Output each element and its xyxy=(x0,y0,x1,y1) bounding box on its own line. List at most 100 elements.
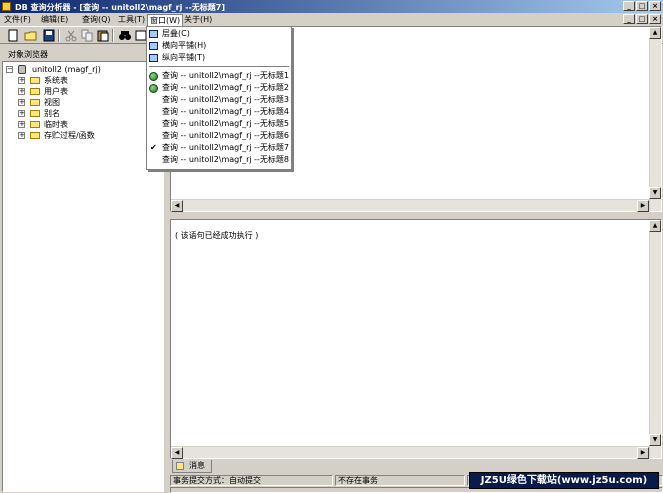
status-commit-mode: 事务提交方式：自动提交 xyxy=(170,475,333,486)
results-vertical-scrollbar[interactable]: ▲ ▼ xyxy=(649,220,661,458)
menu-bar: 文件(F) 编辑(E) 查询(Q) 工具(T) 窗口(W) 关于(H) _ □ … xyxy=(0,13,663,26)
tree-node-label: 系统表 xyxy=(44,76,68,85)
tree-node-temp-tables[interactable]: + 临时表 xyxy=(18,119,158,130)
tree-node-procedures[interactable]: + 存贮过程/函数 xyxy=(18,130,158,141)
expand-icon[interactable]: + xyxy=(18,99,25,106)
scroll-right-icon[interactable]: ▶ xyxy=(637,447,649,459)
menu-item-label: 查询 -- unitoll2\magf_rj --无标题5 xyxy=(162,119,289,128)
menu-item-window-2[interactable]: 查询 -- unitoll2\magf_rj --无标题2 xyxy=(147,82,291,94)
tab-messages[interactable]: 消息 xyxy=(172,460,212,473)
mdi-minimize-button[interactable]: _ xyxy=(623,14,635,24)
tree-root[interactable]: − unitoll2 (magf_rj) xyxy=(6,64,156,75)
menu-file[interactable]: 文件(F) xyxy=(2,14,33,25)
tile-horizontal-icon xyxy=(149,42,158,50)
scroll-left-icon[interactable]: ◀ xyxy=(171,200,183,212)
menu-item-window-6[interactable]: 查询 -- unitoll2\magf_rj --无标题6 xyxy=(147,130,291,142)
tree-node-label: 别名 xyxy=(44,109,60,118)
expand-icon[interactable]: + xyxy=(18,132,25,139)
tree-node-aliases[interactable]: + 别名 xyxy=(18,108,158,119)
folder-icon xyxy=(30,132,40,139)
new-file-icon[interactable] xyxy=(6,29,20,42)
mdi-restore-button[interactable]: □ xyxy=(636,14,648,24)
find-binoculars-icon[interactable] xyxy=(118,29,132,42)
copy-icon[interactable] xyxy=(80,29,94,42)
object-browser-header: 对象浏览器 xyxy=(8,50,48,59)
tree-node-user-tables[interactable]: + 用户表 xyxy=(18,86,158,97)
tree-node-label: 视图 xyxy=(44,98,60,107)
menu-tools[interactable]: 工具(T) xyxy=(116,14,147,25)
expand-icon[interactable]: + xyxy=(18,88,25,95)
cut-icon[interactable] xyxy=(64,29,78,42)
results-horizontal-scrollbar[interactable]: ◀ ▶ xyxy=(171,446,649,459)
expand-icon[interactable]: + xyxy=(18,77,25,84)
window-title: DB 查询分析器 - [查询 -- unitoll2\magf_rj --无标题… xyxy=(15,3,225,12)
title-bar[interactable]: DB 查询分析器 - [查询 -- unitoll2\magf_rj --无标题… xyxy=(0,0,663,13)
expand-icon[interactable]: + xyxy=(18,121,25,128)
menu-item-window-8[interactable]: 查询 -- unitoll2\magf_rj --无标题8 xyxy=(147,154,291,166)
scroll-left-icon[interactable]: ◀ xyxy=(171,447,183,459)
save-icon[interactable] xyxy=(42,29,56,42)
scroll-down-icon[interactable]: ▼ xyxy=(649,434,661,446)
checkmark-icon: ✔ xyxy=(150,143,157,152)
menu-window[interactable]: 窗口(W) xyxy=(147,14,184,26)
menu-item-window-1[interactable]: 查询 -- unitoll2\magf_rj --无标题1 xyxy=(147,70,291,82)
menu-edit[interactable]: 编辑(E) xyxy=(39,14,70,25)
menu-separator xyxy=(149,66,289,68)
menu-item-cascade[interactable]: 层叠(C) xyxy=(147,28,291,40)
status-transaction: 不存在事务 xyxy=(335,475,465,486)
tile-vertical-icon xyxy=(149,54,158,62)
expand-icon[interactable]: + xyxy=(18,110,25,117)
collapse-icon[interactable]: − xyxy=(6,66,13,73)
menu-item-window-5[interactable]: 查询 -- unitoll2\magf_rj --无标题5 xyxy=(147,118,291,130)
editor-horizontal-scrollbar[interactable]: ◀ ▶ xyxy=(171,199,649,212)
menu-item-label: 查询 -- unitoll2\magf_rj --无标题8 xyxy=(162,155,289,164)
menu-item-window-3[interactable]: 查询 -- unitoll2\magf_rj --无标题3 xyxy=(147,94,291,106)
mdi-close-button[interactable]: × xyxy=(649,14,661,24)
menu-item-label: 查询 -- unitoll2\magf_rj --无标题7 xyxy=(162,143,289,152)
menu-item-window-7[interactable]: ✔ 查询 -- unitoll2\magf_rj --无标题7 xyxy=(147,142,291,154)
database-icon xyxy=(18,65,26,74)
watermark: JZ5U绿色下载站(www.jz5u.com) xyxy=(469,472,659,489)
open-folder-icon[interactable] xyxy=(24,29,38,42)
tree-node-label: 临时表 xyxy=(44,120,68,129)
scroll-right-icon[interactable]: ▶ xyxy=(637,200,649,212)
globe-icon xyxy=(149,84,158,93)
menu-item-tile-vertical[interactable]: 纵向平铺(T) xyxy=(147,52,291,64)
maximize-button[interactable]: □ xyxy=(636,1,648,11)
folder-icon xyxy=(30,121,40,128)
tab-label: 消息 xyxy=(189,461,205,470)
menu-item-tile-horizontal[interactable]: 横向平铺(H) xyxy=(147,40,291,52)
close-button[interactable]: × xyxy=(649,1,661,11)
results-message: ( 该语句已经成功执行 ) xyxy=(175,231,259,240)
menu-item-label: 查询 -- unitoll2\magf_rj --无标题1 xyxy=(162,71,289,80)
tree-node-system-tables[interactable]: + 系统表 xyxy=(18,75,158,86)
menu-about[interactable]: 关于(H) xyxy=(182,14,214,25)
menu-item-window-4[interactable]: 查询 -- unitoll2\magf_rj --无标题4 xyxy=(147,106,291,118)
message-icon xyxy=(176,462,184,470)
scroll-down-icon[interactable]: ▼ xyxy=(649,187,661,199)
menu-item-label: 查询 -- unitoll2\magf_rj --无标题4 xyxy=(162,107,289,116)
minimize-button[interactable]: _ xyxy=(623,1,635,11)
folder-icon xyxy=(30,77,40,84)
results-pane[interactable]: ( 该语句已经成功执行 ) ▲ ▼ ◀ ▶ xyxy=(170,219,662,459)
tree-root-label: unitoll2 (magf_rj) xyxy=(32,65,101,74)
globe-icon xyxy=(149,72,158,81)
window-menu-dropdown: 层叠(C) 横向平铺(H) 纵向平铺(T) 查询 -- unitoll2\mag… xyxy=(146,26,292,170)
menu-item-label: 纵向平铺(T) xyxy=(162,53,206,62)
menu-query[interactable]: 查询(Q) xyxy=(80,14,113,25)
menu-item-label: 查询 -- unitoll2\magf_rj --无标题2 xyxy=(162,83,289,92)
folder-icon xyxy=(30,99,40,106)
editor-vertical-scrollbar[interactable]: ▲ ▼ xyxy=(649,27,661,211)
paste-icon[interactable] xyxy=(96,29,110,42)
folder-icon xyxy=(30,88,40,95)
menu-item-label: 查询 -- unitoll2\magf_rj --无标题3 xyxy=(162,95,289,104)
menu-item-label: 横向平铺(H) xyxy=(162,41,207,50)
folder-icon xyxy=(30,110,40,117)
tree-node-label: 存贮过程/函数 xyxy=(44,131,95,140)
app-icon xyxy=(2,2,11,11)
scroll-up-icon[interactable]: ▲ xyxy=(649,220,661,232)
tree-node-views[interactable]: + 视图 xyxy=(18,97,158,108)
object-browser-tree[interactable]: − unitoll2 (magf_rj) + 系统表 + 用户表 + 视图 + … xyxy=(2,61,164,492)
scroll-up-icon[interactable]: ▲ xyxy=(649,27,661,39)
menu-item-label: 层叠(C) xyxy=(162,29,190,38)
